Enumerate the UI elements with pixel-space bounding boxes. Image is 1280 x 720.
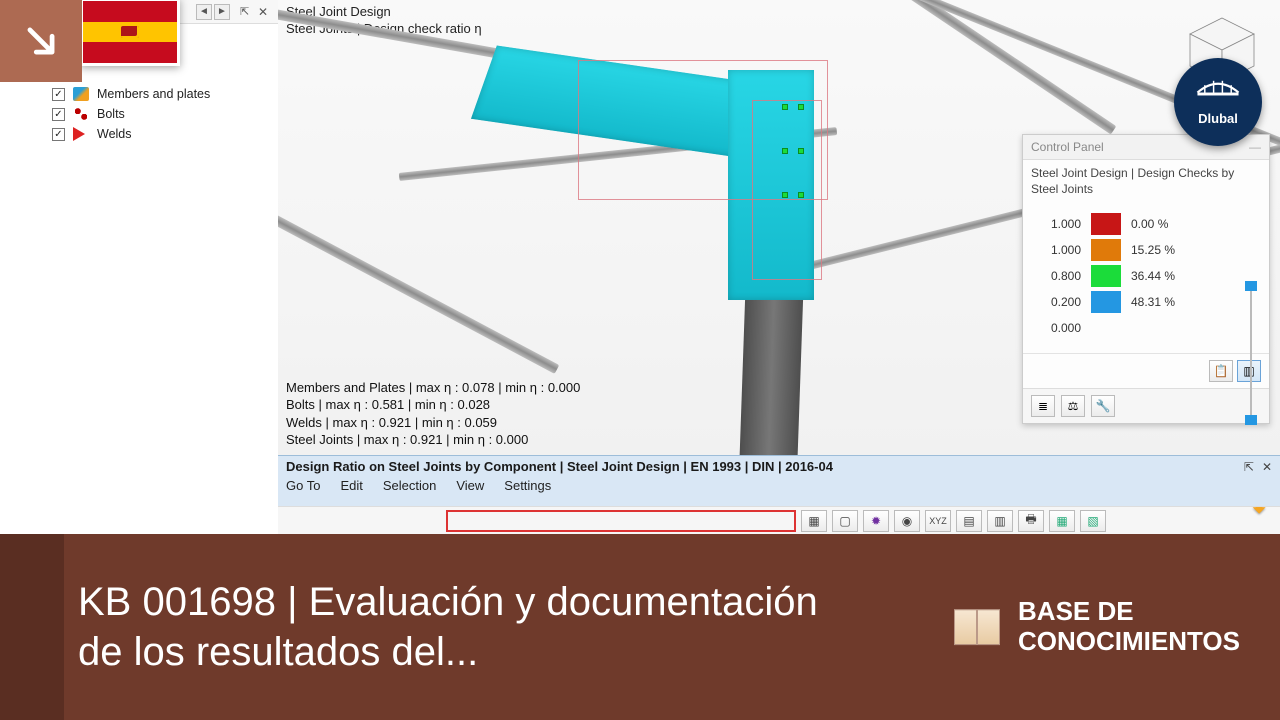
nav-next-button[interactable]: ► [214,4,230,20]
control-panel-subtitle: Steel Joint Design | Design Checks by St… [1023,160,1269,207]
checkbox-icon[interactable] [52,108,65,121]
kb-category-line1: BASE DE [1018,597,1240,627]
toolbar-button[interactable]: ✹ [863,510,889,532]
menu-settings[interactable]: Settings [504,478,551,493]
kb-banner: KB 001698 | Evaluación y documentación d… [0,534,1280,720]
result-line: Bolts | max η : 0.581 | min η : 0.028 [286,396,580,414]
scale-row: 0.000 [1045,315,1259,341]
scale-value: 1.000 [1045,243,1091,257]
scale-row: 0.200 48.31 % [1045,289,1259,315]
corner-arrow-chip [0,0,82,82]
scale-swatch-green [1091,265,1121,287]
brand-label: Dlubal [1198,111,1238,126]
result-line: Welds | max η : 0.921 | min η : 0.059 [286,414,580,432]
menu-view[interactable]: View [456,478,484,493]
toolbar-button[interactable]: ◉ [894,510,920,532]
scale-swatch-blue [1091,291,1121,313]
kb-category: BASE DE CONOCIMIENTOS [954,597,1240,657]
checkbox-icon[interactable] [52,128,65,141]
tab-balance[interactable]: ⚖ [1061,395,1085,417]
close-icon[interactable]: ✕ [258,5,272,19]
color-scale: 1.000 0.00 % 1.000 15.25 % 0.800 36.44 %… [1023,207,1269,353]
toolbar-button[interactable]: ▦ [801,510,827,532]
toolbar-button[interactable]: 🖶 [1018,510,1044,532]
toolbar-button[interactable]: ▥ [987,510,1013,532]
kb-category-label: BASE DE CONOCIMIENTOS [1018,597,1240,657]
scale-row: 1.000 0.00 % [1045,211,1259,237]
toolbar-button[interactable]: XYZ [925,510,951,532]
control-panel-title: Control Panel [1031,140,1104,154]
results-toolbar: ▦ ▢ ✹ ◉ XYZ ▤ ▥ 🖶 ▦ ▧ ⬇ [278,506,1280,534]
tree-item-label: Members and plates [97,87,210,101]
toolbar-button[interactable]: ▢ [832,510,858,532]
results-panel-header: Design Ratio on Steel Joints by Componen… [278,455,1280,510]
scale-percent: 15.25 % [1131,243,1175,257]
language-flag-spain[interactable] [80,0,180,66]
scale-row: 1.000 15.25 % [1045,237,1259,263]
results-menu: Go To Edit Selection View Settings [286,478,1272,493]
result-line: Members and Plates | max η : 0.078 | min… [286,379,580,397]
kb-title: KB 001698 | Evaluación y documentación d… [78,577,858,677]
welds-icon [73,127,89,141]
tree-item-members-and-plates[interactable]: Members and plates [0,84,278,104]
control-panel: Control Panel — Steel Joint Design | Des… [1022,134,1270,424]
scale-value: 0.200 [1045,295,1091,309]
arrow-down-icon: ⬇ [1248,506,1270,520]
bolts-icon [73,107,89,121]
tree-item-bolts[interactable]: Bolts [0,104,278,124]
kb-category-line2: CONOCIMIENTOS [1018,627,1240,657]
minimize-icon[interactable]: — [1249,140,1261,154]
panel-nav: ◄ ► [196,4,230,20]
toolbar-button[interactable]: ▧ [1080,510,1106,532]
menu-goto[interactable]: Go To [286,478,320,493]
scale-range-slider[interactable] [1245,283,1257,423]
scale-swatch-red [1091,213,1121,235]
slider-thumb-top[interactable] [1245,281,1257,291]
scale-row: 0.800 36.44 % [1045,263,1259,289]
scale-value: 1.000 [1045,217,1091,231]
tab-legend[interactable]: ≣ [1031,395,1055,417]
nav-prev-button[interactable]: ◄ [196,4,212,20]
tree-item-welds[interactable]: Welds [0,124,278,144]
close-icon[interactable]: ✕ [1262,460,1272,474]
viewport-results-overlay: Members and Plates | max η : 0.078 | min… [286,379,580,449]
bridge-icon [1196,79,1240,109]
control-panel-tools: 📋 ▥ [1023,353,1269,388]
members-icon [73,87,89,101]
tree-item-label: Welds [97,127,132,141]
toolbar-button[interactable]: ▦ [1049,510,1075,532]
scale-percent: 0.00 % [1131,217,1168,231]
scale-percent: 48.31 % [1131,295,1175,309]
pin-icon[interactable]: ⇱ [1244,460,1254,474]
scale-value: 0.000 [1045,321,1091,335]
slider-thumb-bottom[interactable] [1245,415,1257,425]
tab-details[interactable]: 🔧 [1091,395,1115,417]
tree-item-label: Bolts [97,107,125,121]
menu-selection[interactable]: Selection [383,478,436,493]
banner-accent [0,534,64,720]
arrow-down-right-icon [22,22,60,60]
scale-swatch-orange [1091,239,1121,261]
menu-edit[interactable]: Edit [340,478,362,493]
dlubal-logo: Dlubal [1174,58,1262,146]
book-icon [954,609,1000,645]
pin-icon[interactable]: ⇱ [240,5,254,19]
model-viewport[interactable]: Steel Joint Design Steel Joints | Design… [278,0,1280,455]
control-panel-tabs: ≣ ⚖ 🔧 [1023,388,1269,423]
checkbox-icon[interactable] [52,88,65,101]
copy-scale-button[interactable]: 📋 [1209,360,1233,382]
scale-percent: 36.44 % [1131,269,1175,283]
toolbar-button[interactable]: ▤ [956,510,982,532]
results-title: Design Ratio on Steel Joints by Componen… [286,459,833,474]
highlighted-toolbar-region[interactable] [446,510,796,532]
result-line: Steel Joints | max η : 0.921 | min η : 0… [286,431,580,449]
scale-value: 0.800 [1045,269,1091,283]
